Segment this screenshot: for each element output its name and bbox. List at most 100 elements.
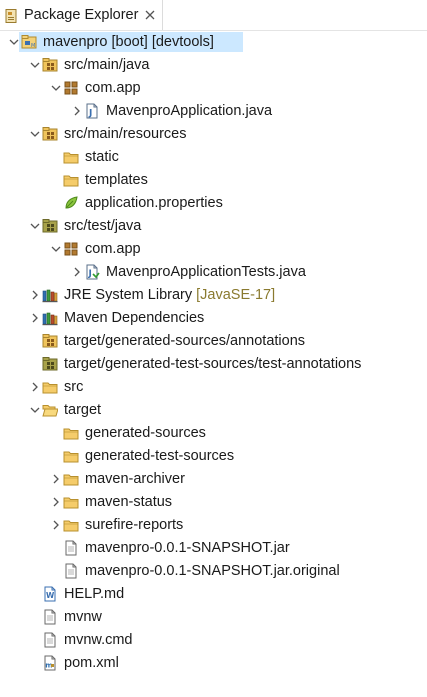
tree-item-text: com.app (85, 241, 141, 257)
tree-item-text: src/test/java (64, 218, 142, 234)
tree-item-label: src (64, 379, 83, 396)
svg-text:W: W (46, 591, 55, 600)
java-file-icon: J (86, 103, 98, 119)
tree-item-target[interactable]: target (0, 399, 427, 422)
chevron-right-icon[interactable] (29, 289, 41, 301)
tree-item-text: generated-test-sources (85, 448, 235, 464)
tree-item-text: maven-archiver (85, 471, 185, 487)
tree-item-static[interactable]: static (0, 146, 427, 169)
chevron-down-icon[interactable] (8, 36, 20, 48)
tree-item-label: static (85, 149, 119, 166)
test-source-folder-icon (42, 357, 58, 371)
tree-item-src-test-java[interactable]: src/test/java (0, 215, 427, 238)
chevron-right-icon[interactable] (50, 519, 62, 531)
markdown-file-icon: W (44, 586, 56, 602)
chevron-right-icon[interactable] (71, 266, 83, 278)
tree-item-application-properties[interactable]: application.properties (0, 192, 427, 215)
tree-item-snapshot-jar-original[interactable]: mavenpro-0.0.1-SNAPSHOT.jar.original (0, 560, 427, 583)
tree-item-mvnw-cmd[interactable]: mvnw.cmd (0, 629, 427, 652)
chevron-right-icon[interactable] (29, 381, 41, 393)
tree-item-snapshot-jar[interactable]: mavenpro-0.0.1-SNAPSHOT.jar (0, 537, 427, 560)
library-icon (42, 312, 58, 326)
tree-item-templates[interactable]: templates (0, 169, 427, 192)
java-test-file-icon: J (86, 264, 100, 280)
tree-item-text: static (85, 149, 119, 165)
tree-item-maven-archiver[interactable]: maven-archiver (0, 468, 427, 491)
tree-item-label: pom.xml (64, 655, 119, 672)
tree-item-label: JRE System Library [JavaSE-17] (64, 287, 275, 304)
source-folder-icon (42, 334, 58, 348)
tree-item-pkg-com-app[interactable]: com.app (0, 77, 427, 100)
chevron-down-icon[interactable] (29, 59, 41, 71)
package-explorer-view: Package Explorer Mmavenpro [boot] [devto… (0, 0, 427, 697)
folder-icon (63, 428, 79, 440)
tree-item-mavenpro-application-tests-java[interactable]: J MavenproApplicationTests.java (0, 261, 427, 284)
source-folder-icon (42, 127, 58, 141)
source-folder-icon (42, 58, 58, 72)
view-tab-bar: Package Explorer (0, 0, 427, 31)
tree-item-text: com.app (85, 80, 141, 96)
tree-item-generated-test-sources[interactable]: generated-test-sources (0, 445, 427, 468)
tree-item-pkg-com-app-test[interactable]: com.app (0, 238, 427, 261)
chevron-right-icon[interactable] (50, 473, 62, 485)
tree-item-mvnw[interactable]: mvnw (0, 606, 427, 629)
properties-file-icon (65, 196, 78, 209)
tree-item-label: com.app (85, 241, 141, 258)
chevron-right-icon[interactable] (29, 312, 41, 324)
tree-item-text: JRE System Library (64, 287, 193, 303)
tree-item-label: HELP.md (64, 586, 124, 603)
tree-item-text: target/generated-test-sources/test-annot… (64, 356, 362, 372)
tree-item-label: MavenproApplicationTests.java (106, 264, 306, 281)
svg-text:J: J (88, 109, 92, 119)
tree-item-text: maven-status (85, 494, 173, 510)
tree-item-project[interactable]: Mmavenpro [boot] [devtools] (0, 31, 427, 54)
tree-item-help-md[interactable]: W HELP.md (0, 583, 427, 606)
tree-item-src-main-resources[interactable]: src/main/resources (0, 123, 427, 146)
tree-item-label: mavenpro [boot] [devtools] (43, 34, 214, 51)
tree-item-label: mvnw.cmd (64, 632, 133, 649)
file-icon (65, 563, 77, 579)
tree-item-maven-status[interactable]: maven-status (0, 491, 427, 514)
tree-item-text: src/main/resources (64, 126, 187, 142)
tree-item-text: target (64, 402, 102, 418)
tree-item-text: mavenpro-0.0.1-SNAPSHOT.jar (85, 540, 290, 556)
package-icon (64, 242, 78, 256)
tree-item-label: mvnw (64, 609, 102, 626)
tab-title: Package Explorer (24, 7, 139, 23)
tree-item-label: mavenpro-0.0.1-SNAPSHOT.jar.original (85, 563, 340, 580)
tree-item-text: src/main/java (64, 57, 150, 73)
library-icon (42, 289, 58, 303)
chevron-right-icon[interactable] (50, 496, 62, 508)
close-icon[interactable] (143, 8, 157, 22)
chevron-right-icon[interactable] (71, 105, 83, 117)
project-icon: M (21, 35, 37, 49)
tree-item-text: MavenproApplicationTests.java (106, 264, 306, 280)
tree-item-jre-system-library[interactable]: JRE System Library [JavaSE-17] (0, 284, 427, 307)
tree-item-text: mavenpro [boot] [devtools] (43, 34, 214, 50)
file-icon (44, 609, 56, 625)
tree-item-maven-dependencies[interactable]: Maven Dependencies (0, 307, 427, 330)
tree-item-generated-sources[interactable]: generated-sources (0, 422, 427, 445)
xml-file-icon: m (44, 655, 56, 671)
chevron-down-icon[interactable] (50, 82, 62, 94)
tree-item-src-main-java[interactable]: src/main/java (0, 54, 427, 77)
tree-item-target-generated-sources-annotations[interactable]: target/generated-sources/annotations (0, 330, 427, 353)
tree-item-text: mvnw.cmd (64, 632, 133, 648)
chevron-down-icon[interactable] (29, 128, 41, 140)
tree-item-label: src/main/java (64, 57, 149, 74)
tree-item-target-generated-test-sources[interactable]: target/generated-test-sources/test-annot… (0, 353, 427, 376)
tree-item-pom-xml[interactable]: m pom.xml (0, 652, 427, 675)
tab-package-explorer[interactable]: Package Explorer (0, 0, 163, 30)
tree-item-text: Maven Dependencies (64, 310, 205, 326)
tree-item-text: src (64, 379, 84, 395)
tree-item-text: generated-sources (85, 425, 206, 441)
chevron-down-icon[interactable] (29, 220, 41, 232)
tree-item-surefire-reports[interactable]: surefire-reports (0, 514, 427, 537)
folder-icon (42, 382, 58, 394)
tree-item-src[interactable]: src (0, 376, 427, 399)
tree-item-mavenpro-application-java[interactable]: J MavenproApplication.java (0, 100, 427, 123)
chevron-down-icon[interactable] (50, 243, 62, 255)
tree-item-text: MavenproApplication.java (106, 103, 273, 119)
chevron-down-icon[interactable] (29, 404, 41, 416)
folder-icon (63, 451, 79, 463)
